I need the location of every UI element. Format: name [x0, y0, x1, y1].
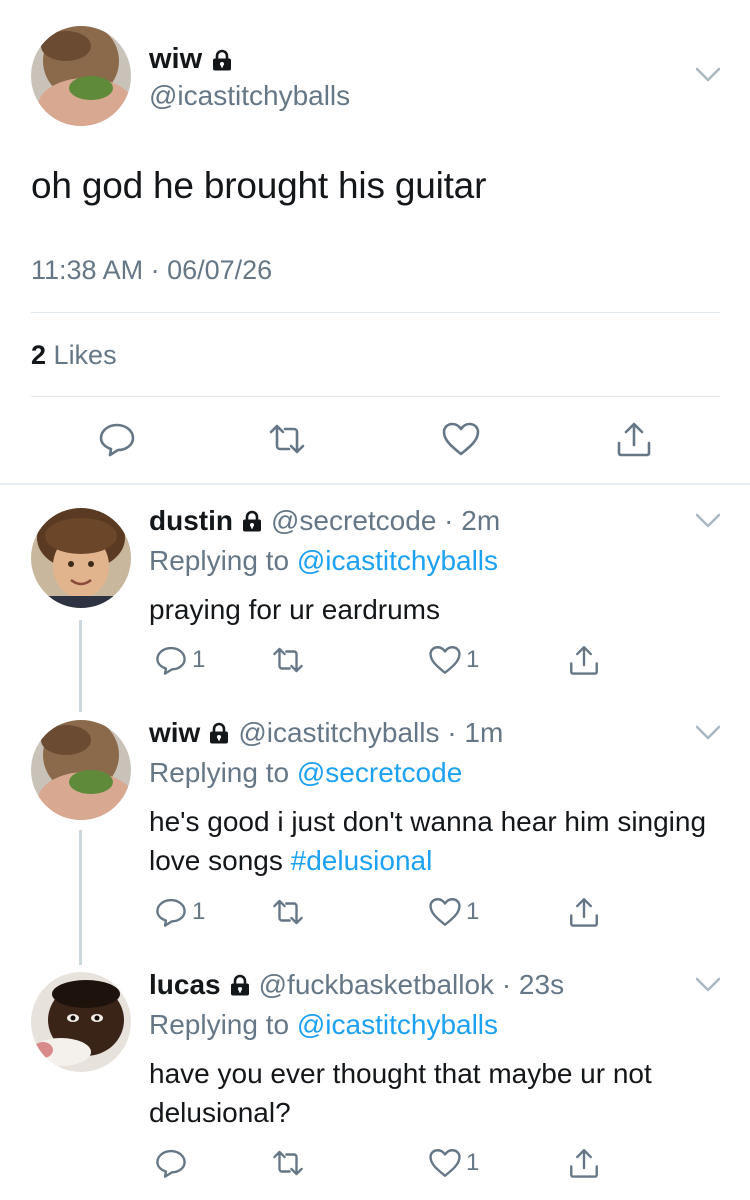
like-count: 1 [466, 1149, 480, 1176]
lock-icon [241, 510, 263, 532]
reply-text-content: praying for ur eardrums [149, 594, 441, 625]
author-name-text: wiw [149, 43, 203, 75]
retweet-icon [271, 1146, 305, 1180]
author-name[interactable]: wiw [149, 43, 233, 76]
divider [31, 396, 720, 397]
likes-label: Likes [53, 340, 117, 370]
author-name[interactable]: wiw [149, 717, 200, 749]
share-button[interactable] [567, 643, 601, 677]
reply-count: 1 [192, 646, 206, 673]
replying-to: Replying to @icastitchyballs [149, 1009, 498, 1041]
reply-count: 1 [192, 898, 206, 925]
reply-text: praying for ur eardrums [149, 590, 719, 629]
thread-line [79, 830, 82, 965]
like-button[interactable]: 1 [428, 895, 479, 929]
avatar[interactable] [31, 508, 131, 608]
replying-to: Replying to @icastitchyballs [149, 545, 498, 577]
reply-button[interactable]: 1 [154, 895, 205, 929]
replying-prefix: Replying to [149, 545, 290, 576]
share-button[interactable] [567, 895, 601, 929]
retweet-button[interactable] [271, 1146, 305, 1180]
lock-icon [229, 974, 251, 996]
section-separator [0, 483, 750, 485]
replying-to-link[interactable]: @icastitchyballs [297, 545, 498, 576]
share-icon [567, 895, 601, 929]
author-handle[interactable]: @icastitchyballs · 1m [238, 717, 503, 749]
reply-icon [154, 643, 188, 677]
reply-text: have you ever thought that maybe ur not … [149, 1054, 719, 1132]
reply-icon [154, 895, 188, 929]
author-handle[interactable]: @fuckbasketballok · 23s [259, 969, 564, 1001]
replying-to-link[interactable]: @icastitchyballs [297, 1009, 498, 1040]
reply-button[interactable] [154, 1146, 192, 1180]
like-icon[interactable] [441, 419, 481, 459]
reply-icon [154, 1146, 188, 1180]
retweet-icon [271, 895, 305, 929]
chevron-down-icon[interactable] [694, 512, 722, 530]
thread-line [79, 620, 82, 712]
divider [31, 312, 720, 313]
reply-actions: 1 [149, 1146, 619, 1186]
like-icon [428, 895, 462, 929]
retweet-button[interactable] [271, 643, 305, 677]
reply-button[interactable]: 1 [154, 643, 205, 677]
like-count: 1 [466, 646, 480, 673]
author-handle[interactable]: @secretcode · 2m [271, 505, 500, 537]
share-button[interactable] [567, 1146, 601, 1180]
retweet-icon[interactable] [267, 419, 307, 459]
reply-header: dustin @secretcode · 2m [149, 505, 500, 537]
likes-summary[interactable]: 2 Likes [31, 340, 117, 371]
avatar[interactable] [31, 26, 131, 126]
retweet-button[interactable] [271, 895, 305, 929]
replying-prefix: Replying to [149, 1009, 290, 1040]
retweet-icon [271, 643, 305, 677]
avatar[interactable] [31, 720, 131, 820]
like-icon [428, 1146, 462, 1180]
like-button[interactable]: 1 [428, 643, 479, 677]
reply-actions: 1 1 [149, 895, 619, 935]
like-count: 1 [466, 898, 480, 925]
reply-header: wiw @icastitchyballs · 1m [149, 717, 503, 749]
chevron-down-icon[interactable] [694, 724, 722, 742]
hashtag-link[interactable]: #delusional [291, 845, 433, 876]
replying-prefix: Replying to [149, 757, 290, 788]
main-tweet: wiw @icastitchyballs oh god he brought h… [0, 0, 750, 483]
reply-text-content: have you ever thought that maybe ur not … [149, 1058, 652, 1128]
share-icon[interactable] [614, 419, 654, 459]
share-icon [567, 643, 601, 677]
share-icon [567, 1146, 601, 1180]
replying-to: Replying to @secretcode [149, 757, 462, 789]
reply-text: he's good i just don't wanna hear him si… [149, 802, 719, 880]
chevron-down-icon[interactable] [694, 976, 722, 994]
author-name[interactable]: lucas [149, 969, 221, 1001]
tweet-timestamp[interactable]: 11:38 AM · 06/07/26 [31, 255, 272, 286]
reply-icon[interactable] [97, 419, 137, 459]
tweet-text: oh god he brought his guitar [31, 165, 487, 206]
author-handle[interactable]: @icastitchyballs [149, 80, 350, 112]
replying-to-link[interactable]: @secretcode [297, 757, 462, 788]
lock-icon [208, 722, 230, 744]
like-icon [428, 643, 462, 677]
like-button[interactable]: 1 [428, 1146, 479, 1180]
author-name[interactable]: dustin [149, 505, 233, 537]
chevron-down-icon[interactable] [694, 66, 722, 84]
likes-count: 2 [31, 340, 47, 370]
reply-actions: 1 1 [149, 643, 619, 683]
reply-header: lucas @fuckbasketballok · 23s [149, 969, 564, 1001]
lock-icon [211, 49, 233, 71]
avatar[interactable] [31, 972, 131, 1072]
